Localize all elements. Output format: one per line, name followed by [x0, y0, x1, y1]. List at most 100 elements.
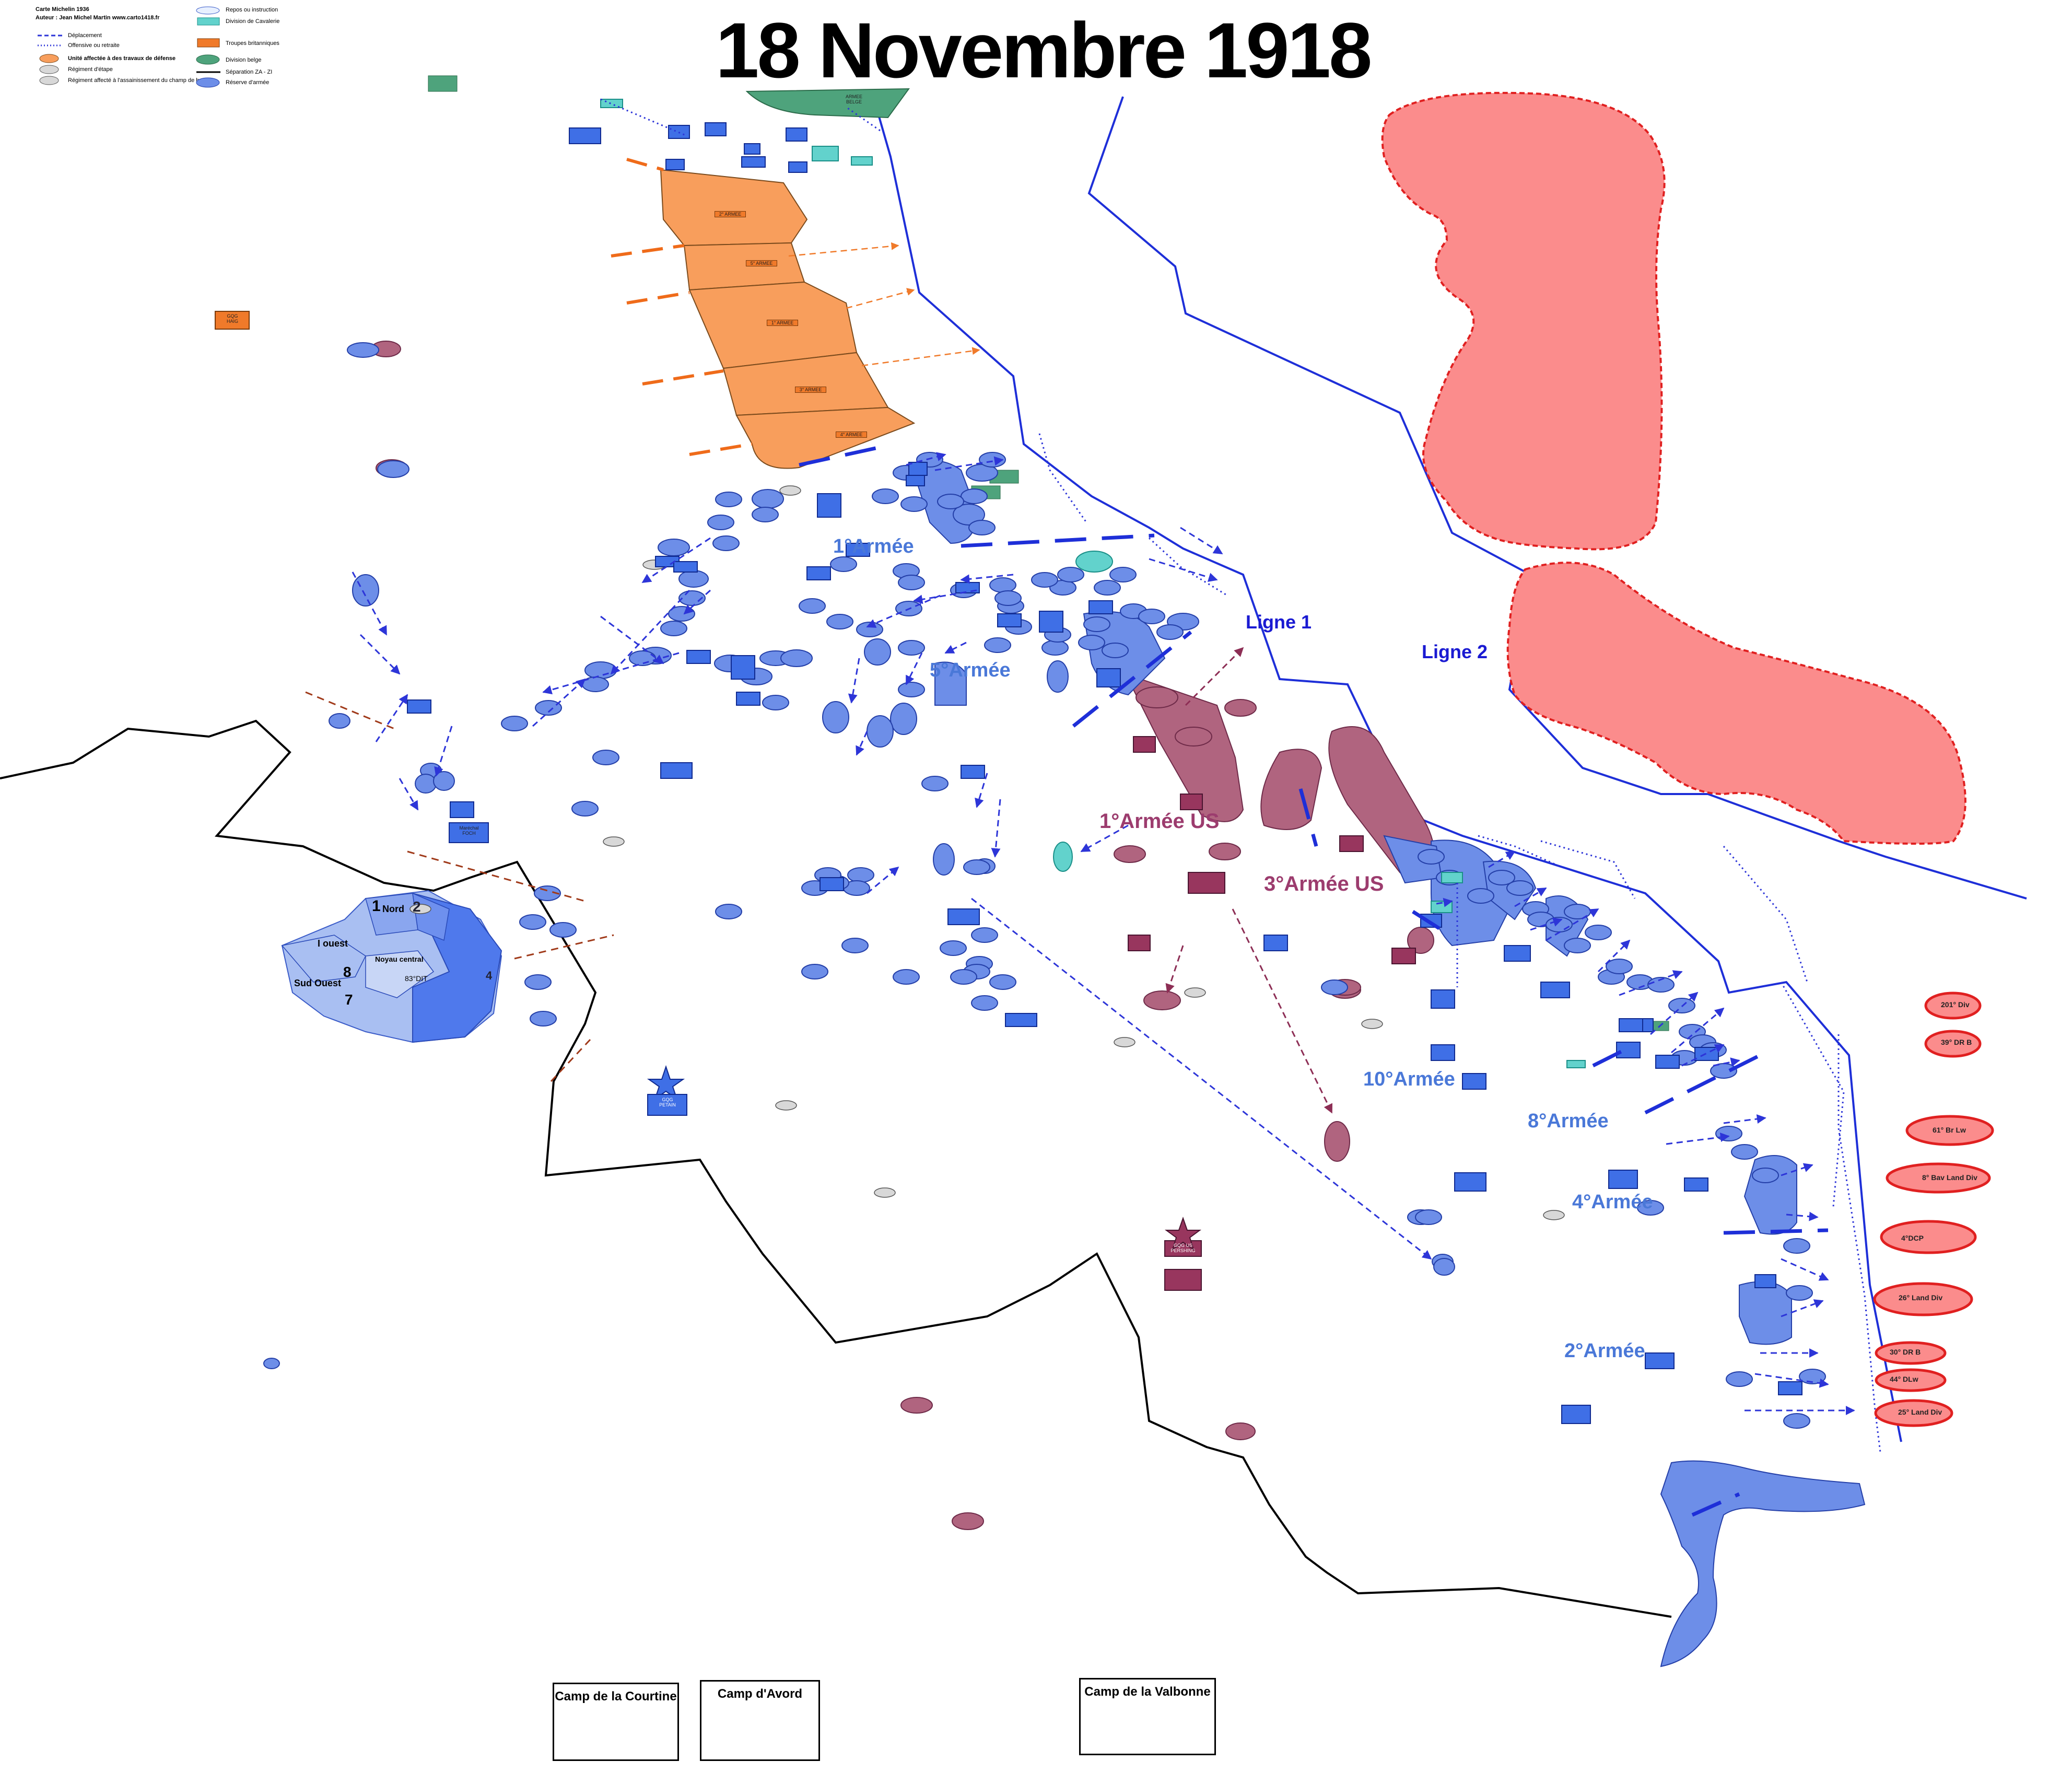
french-hq-rect: [1619, 1018, 1643, 1032]
legend-assainissement: Régiment affecté à l'assainissement du c…: [68, 77, 215, 84]
french-division-oval: [524, 974, 552, 990]
french-division-oval: [592, 750, 619, 765]
french-division-oval: [1783, 1413, 1810, 1429]
credit-line-2: Auteur : Jean Michel Martin www.carto141…: [36, 15, 160, 21]
legend-cavalerie: Division de Cavalerie: [226, 18, 280, 25]
french-division-oval: [830, 556, 857, 572]
page-title: 18 Novembre 1918: [716, 6, 1372, 94]
british-army-tag: 5° ARMEE: [746, 260, 777, 266]
french-division-oval: [329, 713, 350, 729]
poche-label-sud-ouest: Sud Ouest: [294, 978, 342, 988]
camp-valbonne: Camp de la Valbonne: [1079, 1678, 1216, 1755]
german-div-label: 39° DR B: [1941, 1038, 1972, 1046]
french-division-oval: [1057, 567, 1084, 582]
legend-etape: Régiment d'étape: [68, 66, 113, 73]
french-division-oval: [1418, 849, 1445, 865]
legend-reserve: Réserve d'armée: [226, 79, 270, 86]
french-hq-rect: [686, 650, 711, 664]
french-division-oval: [1415, 1209, 1442, 1225]
french-division-oval: [347, 342, 379, 358]
legend-offensive: Offensive ou retraite: [68, 42, 120, 49]
german-div-label: 44° DLw: [1890, 1375, 1918, 1383]
german-div-label: 61° Br Lw: [1933, 1126, 1966, 1134]
french-division-oval: [933, 843, 955, 876]
french-division-oval: [352, 574, 379, 606]
french-hq-rect: [450, 801, 474, 818]
french-division-oval: [968, 520, 996, 535]
army-label-3-us: 3°Armée US: [1264, 872, 1384, 895]
french-division-oval: [571, 801, 599, 816]
legend-belge: Division belge: [226, 57, 262, 63]
french-hq-rect: [1431, 1044, 1455, 1061]
british-army-tag: 4° ARMEE: [836, 431, 867, 438]
german-div-label: 26° Land Div: [1899, 1293, 1943, 1302]
french-division-oval: [856, 622, 883, 637]
french-hq-rect: [1005, 1013, 1037, 1027]
french-division-oval: [1433, 1258, 1455, 1276]
french-division-oval: [1546, 917, 1573, 932]
french-division-oval: [762, 695, 789, 710]
french-division-oval: [519, 914, 546, 930]
french-division-oval: [971, 927, 998, 943]
map-canvas: [0, 75, 2027, 1667]
movement-arrow: [991, 799, 1001, 858]
french-division-oval: [898, 575, 925, 590]
ligne-2-label: Ligne 2: [1422, 641, 1488, 662]
poche-label-7: 7: [345, 992, 353, 1008]
french-hq-rect: [1263, 935, 1288, 951]
hq-gqg-haig: GQG HAIG: [226, 313, 238, 324]
french-division-oval: [752, 489, 784, 509]
movement-arrow: [1723, 1114, 1766, 1124]
french-hq-rect: [1616, 1042, 1641, 1058]
french-division-oval: [660, 621, 687, 636]
movement-arrow: [848, 658, 860, 704]
movement-arrow: [375, 694, 408, 742]
movement-arrow: [1149, 558, 1218, 582]
french-division-oval: [584, 661, 617, 679]
french-hq-rect: [806, 566, 831, 580]
french-division-oval: [893, 969, 920, 985]
movement-arrow: [359, 634, 401, 675]
legend-separation: Séparation ZA - ZI: [226, 69, 273, 75]
french-division-oval: [900, 496, 928, 512]
french-division-oval: [1585, 925, 1612, 940]
french-division-oval: [658, 539, 690, 556]
poche-label-nord: Nord: [382, 904, 404, 914]
army-label-5: 5°Armée: [930, 659, 1011, 681]
french-hq-rect: [906, 475, 925, 486]
french-division-oval: [826, 614, 853, 629]
french-division-oval: [707, 515, 734, 530]
french-hq-rect: [788, 161, 807, 173]
french-division-oval: [1138, 609, 1165, 624]
legend: Carte Michelin 1936 Auteur : Jean Michel…: [31, 4, 303, 93]
french-division-oval: [872, 488, 899, 504]
poche-label-1: 1: [372, 897, 381, 915]
french-hq-rect: [1088, 600, 1113, 614]
french-hq-rect: [817, 493, 841, 518]
french-hq-rect: [947, 908, 980, 925]
french-division-oval: [1041, 640, 1069, 656]
french-division-oval: [921, 776, 949, 791]
french-division-oval: [984, 637, 1011, 653]
french-hq-rect: [997, 613, 1022, 627]
french-division-oval: [1467, 888, 1494, 904]
french-division-oval: [715, 492, 742, 507]
french-division-oval: [841, 938, 869, 953]
french-hq-rect: [1561, 1405, 1591, 1424]
movement-arrow: [856, 731, 868, 756]
french-division-oval: [1031, 572, 1058, 588]
french-hq-rect: [961, 765, 985, 779]
french-division-oval: [263, 1358, 280, 1369]
french-division-oval: [847, 867, 874, 883]
french-division-oval: [867, 715, 894, 748]
french-division-oval: [1102, 643, 1129, 658]
french-hq-rect: [407, 699, 431, 714]
german-div-label: 25° Land Div: [1898, 1408, 1942, 1416]
french-division-oval: [501, 716, 528, 731]
french-division-oval: [1321, 979, 1348, 995]
credit-line-1: Carte Michelin 1936: [36, 6, 89, 13]
french-division-oval: [898, 682, 925, 697]
german-div-label: 201° Div: [1941, 1000, 1970, 1009]
french-division-oval: [989, 577, 1016, 593]
french-division-oval: [963, 859, 990, 875]
